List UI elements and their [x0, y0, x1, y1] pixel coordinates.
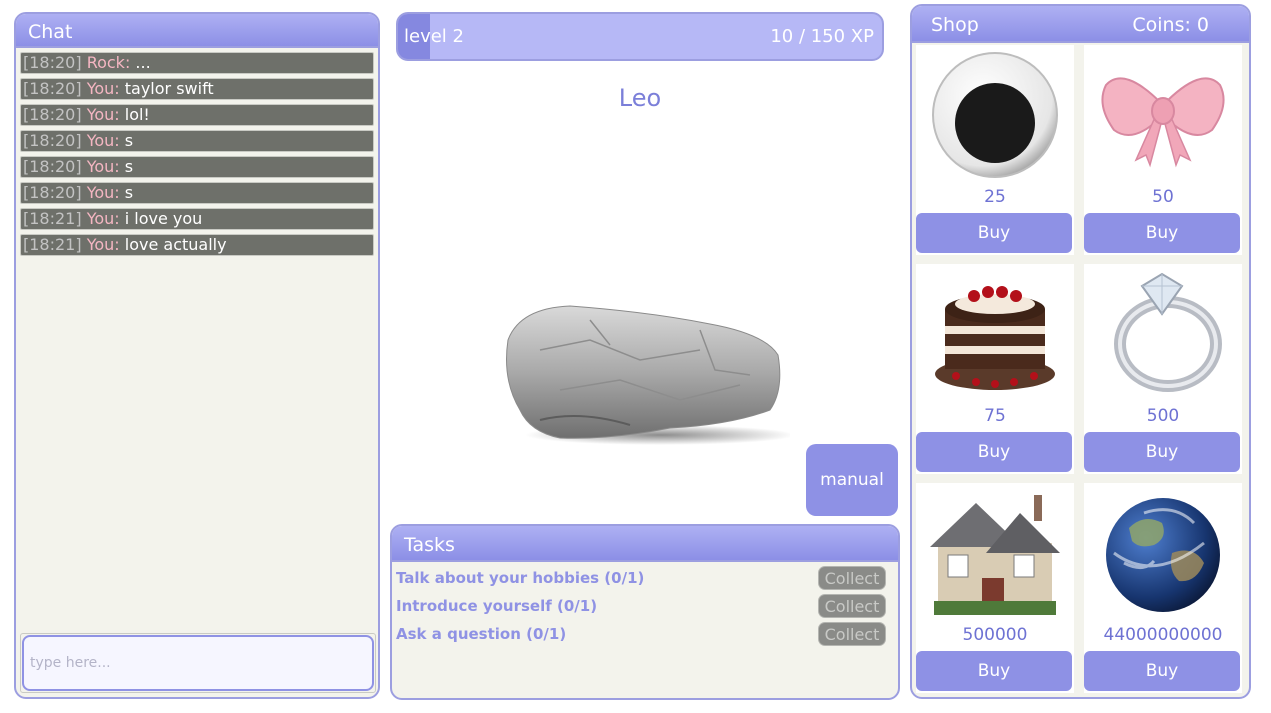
shop-item: 500 Buy: [1080, 264, 1242, 474]
shop-item: 44000000000 Buy: [1080, 483, 1242, 693]
buy-button[interactable]: Buy: [1084, 213, 1240, 253]
buy-button[interactable]: Buy: [1084, 432, 1240, 472]
message-sender: You:: [86, 209, 120, 228]
shop-item: 50 Buy: [1080, 45, 1242, 255]
message-sender: You:: [86, 157, 120, 176]
coins-counter: Coins: 0: [1132, 14, 1209, 36]
task-row: Introduce yourself (0/1) Collect: [396, 593, 892, 619]
item-price: 500: [1146, 406, 1180, 426]
shop-header: Shop Coins: 0: [912, 6, 1249, 43]
chat-message-list: [18:20] Rock: ... [18:20] You: taylor sw…: [20, 52, 374, 260]
chat-input[interactable]: [22, 635, 374, 691]
message-text: ...: [135, 53, 151, 72]
chat-input-wrapper: [20, 633, 376, 693]
shop-card: 500000 Buy: [916, 483, 1074, 693]
message-text: s: [124, 131, 134, 150]
chat-message: [18:21] You: love actually: [20, 234, 374, 256]
message-time: [18:20]: [23, 131, 82, 150]
task-label: Talk about your hobbies (0/1): [396, 569, 645, 587]
chat-message: [18:20] You: s: [20, 182, 374, 204]
message-time: [18:21]: [23, 235, 82, 254]
chat-message: [18:20] You: lol!: [20, 104, 374, 126]
item-price: 500000: [962, 625, 1028, 645]
shop-item: 25 Buy: [912, 45, 1074, 255]
tasks-title: Tasks: [392, 526, 898, 562]
item-price: 75: [984, 406, 1006, 426]
message-text: s: [124, 183, 134, 202]
chat-message: [18:20] You: s: [20, 156, 374, 178]
chat-message: [18:20] You: taylor swift: [20, 78, 374, 100]
shop-panel: Shop Coins: 0 25 Buy 50 Buy 75 Buy 500 B…: [910, 4, 1251, 699]
xp-count: 10 / 150 XP: [770, 26, 874, 47]
chat-message: [18:20] Rock: ...: [20, 52, 374, 74]
diamond-ring-icon: [1114, 272, 1222, 392]
message-sender: You:: [86, 79, 120, 98]
chat-message: [18:21] You: i love you: [20, 208, 374, 230]
message-sender: Rock:: [86, 53, 131, 72]
message-sender: You:: [86, 105, 120, 124]
message-text: taylor swift: [124, 79, 214, 98]
item-price: 25: [984, 187, 1006, 207]
buy-button[interactable]: Buy: [916, 213, 1072, 253]
shop-card: 25 Buy: [916, 45, 1074, 255]
message-text: i love you: [124, 209, 203, 228]
message-text: lol!: [124, 105, 150, 124]
shop-item: 500000 Buy: [912, 483, 1074, 693]
character-name: Leo: [618, 84, 662, 112]
buy-button[interactable]: Buy: [916, 432, 1072, 472]
item-price: 50: [1152, 187, 1174, 207]
googly-eye-icon: [932, 52, 1058, 178]
collect-button[interactable]: Collect: [818, 594, 886, 618]
shop-card: 75 Buy: [916, 264, 1074, 474]
message-sender: You:: [86, 131, 120, 150]
level-label: level 2: [404, 26, 464, 47]
xp-bar: level 2 10 / 150 XP: [396, 12, 884, 61]
pink-bow-icon: [1101, 77, 1225, 168]
message-time: [18:20]: [23, 157, 82, 176]
task-label: Introduce yourself (0/1): [396, 597, 598, 615]
collect-button[interactable]: Collect: [818, 622, 886, 646]
shop-card: 50 Buy: [1084, 45, 1242, 255]
message-time: [18:20]: [23, 105, 82, 124]
message-text: love actually: [124, 235, 227, 254]
message-time: [18:20]: [23, 53, 82, 72]
item-price: 44000000000: [1103, 625, 1223, 645]
message-text: s: [124, 157, 134, 176]
collect-button[interactable]: Collect: [818, 566, 886, 590]
shop-item: 75 Buy: [912, 264, 1074, 474]
message-time: [18:20]: [23, 79, 82, 98]
chat-panel: Chat [18:20] Rock: ... [18:20] You: tayl…: [14, 12, 380, 699]
chat-message: [18:20] You: s: [20, 130, 374, 152]
message-sender: You:: [86, 235, 120, 254]
message-time: [18:21]: [23, 209, 82, 228]
manual-button[interactable]: manual: [806, 444, 898, 516]
buy-button[interactable]: Buy: [916, 651, 1072, 691]
message-sender: You:: [86, 183, 120, 202]
shop-card: 500 Buy: [1084, 264, 1242, 474]
shop-card: 44000000000 Buy: [1084, 483, 1242, 693]
tasks-panel: Tasks Talk about your hobbies (0/1) Coll…: [390, 524, 900, 700]
task-row: Ask a question (0/1) Collect: [396, 621, 892, 647]
task-row: Talk about your hobbies (0/1) Collect: [396, 565, 892, 591]
message-time: [18:20]: [23, 183, 82, 202]
task-label: Ask a question (0/1): [396, 625, 567, 643]
buy-button[interactable]: Buy: [1084, 651, 1240, 691]
rock-character[interactable]: [500, 300, 790, 450]
house-icon: [930, 495, 1060, 615]
earth-icon: [1106, 498, 1220, 612]
shop-title: Shop: [931, 14, 979, 36]
cake-icon: [935, 286, 1055, 390]
chat-title: Chat: [16, 14, 378, 48]
